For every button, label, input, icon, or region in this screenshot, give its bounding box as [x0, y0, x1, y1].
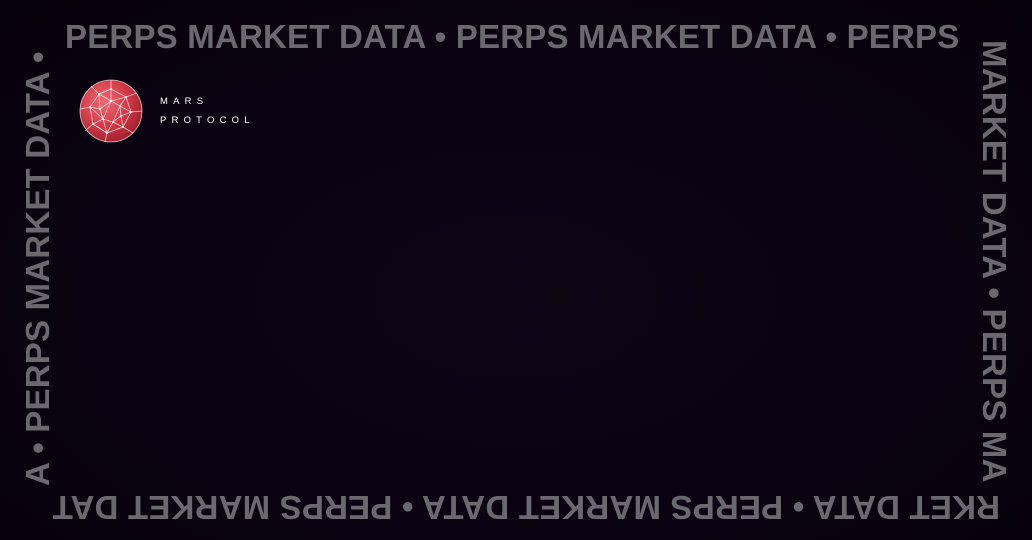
border-text-left: A • PERPS MARKET DATA • — [21, 51, 54, 486]
border-text-top: PERPS MARKET DATA • PERPS MARKET DATA • … — [65, 20, 960, 53]
mars-protocol-logo: MARS PROTOCOL — [79, 79, 255, 143]
border-text-bottom: RKET DATA • PERPS MARKET DATA • PERPS MA… — [52, 491, 1000, 524]
border-text-right: MARKET DATA • PERPS MA — [978, 40, 1011, 483]
logo-line-mars: MARS — [160, 96, 209, 107]
logo-line-protocol: PROTOCOL — [160, 114, 255, 126]
geodesic-sphere-icon — [79, 79, 143, 143]
logo-wordmark: MARS PROTOCOL — [160, 97, 255, 125]
banner-frame: PERPS MARKET DATA • PERPS MARKET DATA • … — [0, 0, 1032, 540]
